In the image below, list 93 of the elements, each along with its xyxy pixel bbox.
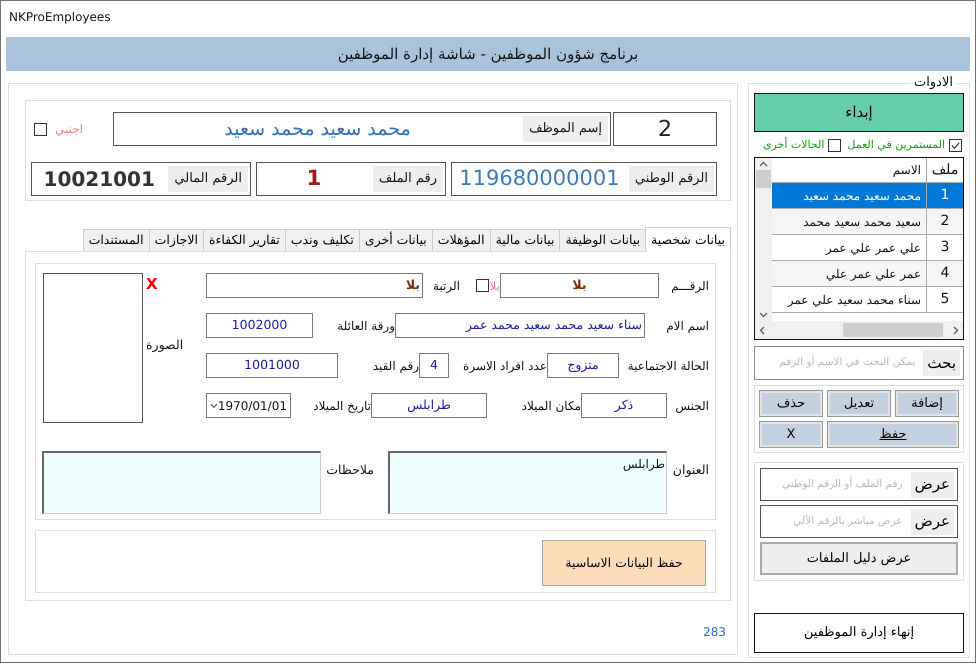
field-value: 1: [306, 165, 322, 192]
chevron-down-icon: [210, 402, 218, 408]
table-cell-text: سناء محمد سعيد علي عمر: [786, 292, 922, 309]
tab[interactable]: بيانات شخصية: [645, 227, 731, 252]
text-field[interactable]: ذكر: [581, 393, 667, 418]
field-label: تاريخ الميلاد: [312, 398, 371, 415]
tab[interactable]: المؤهلات: [432, 229, 491, 251]
checkbox-label: بلا: [490, 278, 500, 294]
serial-field: 2: [613, 112, 717, 146]
field-value: محمد سعيد محمد سعيد: [223, 116, 412, 142]
search-button[interactable]: بحث: [923, 350, 960, 376]
column-header[interactable]: الاسم: [772, 158, 926, 182]
save-button[interactable]: حفظ البيانات الاساسية: [542, 540, 706, 586]
table-cell: 1: [926, 183, 963, 208]
table-cell-text: محمد سعيد محمد سعيد: [802, 188, 922, 204]
scrollbar-thumb[interactable]: [756, 170, 771, 188]
field-label: ورقة العائلة: [336, 318, 395, 335]
tab[interactable]: الاجازات: [148, 229, 204, 251]
action-button[interactable]: تعديل: [827, 390, 891, 417]
lookup-bar[interactable]: عرض رقم الملف أو الرقم الوطني: [760, 468, 958, 501]
text-field[interactable]: سناء سعيد محمد سعيد محمد عمر: [395, 313, 645, 338]
lookup-bar[interactable]: عرض عرض مباشر بالرقم الآلي: [760, 505, 958, 538]
table-cell-text: عمر علي عمر علي: [824, 266, 922, 283]
checkbox[interactable]: [34, 122, 47, 136]
tab[interactable]: بيانات أخرى: [358, 229, 433, 251]
up-chevron-icon: [759, 161, 768, 167]
action-button[interactable]: إضافة: [895, 390, 959, 417]
checkbox-label: المستمرين في العمل: [847, 136, 945, 153]
checkbox[interactable]: [476, 279, 488, 292]
field-label: الرقم الوطني: [628, 166, 714, 192]
tab[interactable]: بيانات مالية: [490, 229, 560, 251]
checkbox[interactable]: [828, 138, 842, 152]
field-label: الرقم المالي: [168, 166, 248, 192]
tab[interactable]: تكليف وندب: [284, 229, 360, 251]
field-label: الحالة الاجتماعية: [626, 358, 709, 374]
tools-legend: الادوات: [911, 75, 956, 91]
text-field[interactable]: بلا: [206, 273, 423, 298]
placeholder-text: رقم الملف أو الرقم الوطني: [780, 476, 904, 492]
field-label: الرقـــم: [670, 278, 709, 295]
field-label: رقم الملف: [372, 166, 443, 192]
action-button[interactable]: X: [759, 421, 823, 448]
address-field[interactable]: طرابلس: [388, 451, 667, 514]
text-field[interactable]: متزوج: [547, 353, 619, 378]
field-label: اسم الام: [665, 318, 709, 335]
table-cell-text: علي عمر علي عمر: [824, 240, 922, 257]
table-cell: 2: [926, 209, 963, 234]
notes-field[interactable]: [42, 451, 321, 514]
field-label: العنوان: [672, 461, 709, 479]
column-header[interactable]: ملف: [926, 158, 963, 182]
action-button[interactable]: حفظ: [827, 421, 959, 448]
directory-button[interactable]: عرض دليل الملفات: [760, 542, 958, 575]
field-label: الرتبة: [432, 278, 460, 295]
clear-photo-button[interactable]: X: [146, 277, 158, 292]
field-label: عدد افراد الاسرة: [462, 358, 547, 375]
field-value: 119680000001: [458, 165, 621, 192]
table-cell: 4: [926, 261, 963, 286]
text-field[interactable]: بلا: [500, 273, 659, 298]
text-field[interactable]: 4: [419, 353, 449, 378]
field-label: الصورة: [146, 336, 184, 354]
record-count: 283: [703, 624, 726, 641]
field-label: مكان الميلاد: [520, 398, 581, 414]
tab[interactable]: تقارير الكفاءة: [203, 229, 286, 251]
screen-title: برنامج شؤون الموظفين - شاشة إدارة الموظفين: [338, 44, 638, 65]
down-chevron-icon: [759, 312, 768, 318]
field-label: رقم القيد: [372, 358, 419, 375]
field-label: الجنس: [674, 398, 709, 415]
tab[interactable]: المستندات: [82, 229, 150, 251]
text-field[interactable]: طرابلس: [371, 393, 487, 418]
checkbox[interactable]: [949, 138, 962, 152]
placeholder-text: يمكن البحث في الاسم أو الرقم: [778, 355, 916, 370]
window-title: NKProEmployees: [9, 10, 111, 24]
checkbox-label: اجنبي: [55, 121, 83, 138]
tab[interactable]: بيانات الوظيفة: [559, 229, 646, 251]
field-label: إسم الموظف: [523, 116, 608, 142]
search-bar[interactable]: بحث يمكن البحث في الاسم أو الرقم: [754, 346, 964, 380]
right-chevron-icon: [953, 326, 959, 334]
left-chevron-icon: [759, 326, 765, 334]
placeholder-text: عرض مباشر بالرقم الآلي: [792, 514, 904, 529]
table-cell: 5: [926, 287, 963, 312]
show-button[interactable]: عرض: [910, 472, 954, 498]
start-button[interactable]: إبداء: [754, 93, 964, 132]
table-cell: 3: [926, 235, 963, 260]
text-field[interactable]: 1001000: [206, 353, 338, 378]
field-value: 10021001: [42, 166, 156, 193]
scrollbar-thumb[interactable]: [843, 323, 943, 337]
show-button[interactable]: عرض: [910, 508, 954, 534]
text-field[interactable]: 1002000: [206, 313, 313, 338]
date-dropdown[interactable]: 1970/01/01: [206, 393, 291, 418]
table-cell-text: سعيد محمد سعيد محمد: [802, 214, 922, 230]
exit-button[interactable]: إنهاء إدارة الموظفين: [754, 613, 964, 653]
action-button[interactable]: حذف: [759, 390, 823, 417]
checkbox-label: الحالات أخرى: [762, 136, 824, 153]
field-label: ملاحظات: [325, 461, 375, 479]
